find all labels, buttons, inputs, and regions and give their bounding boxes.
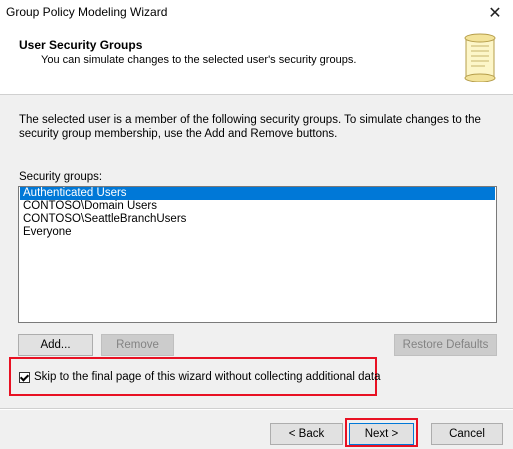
- intro-text: The selected user is a member of the fol…: [19, 114, 481, 140]
- list-item[interactable]: CONTOSO\SeattleBranchUsers: [20, 213, 495, 226]
- skip-checkbox-label: Skip to the final page of this wizard wi…: [34, 371, 381, 383]
- back-button[interactable]: < Back: [270, 423, 343, 445]
- security-groups-label: Security groups:: [19, 171, 103, 183]
- list-item[interactable]: Authenticated Users: [20, 187, 495, 200]
- scroll-icon: [464, 33, 496, 82]
- footer-divider-highlight: [0, 409, 513, 410]
- page-subtitle: You can simulate changes to the selected…: [41, 54, 357, 66]
- list-item[interactable]: CONTOSO\Domain Users: [20, 200, 495, 213]
- next-button[interactable]: Next >: [349, 423, 414, 445]
- page-title: User Security Groups: [19, 38, 143, 52]
- security-groups-list[interactable]: Authenticated Users CONTOSO\Domain Users…: [18, 186, 497, 323]
- window-title: Group Policy Modeling Wizard: [6, 5, 168, 19]
- cancel-button[interactable]: Cancel: [431, 423, 503, 445]
- list-item[interactable]: Everyone: [20, 226, 495, 239]
- skip-checkbox[interactable]: [19, 371, 30, 383]
- close-icon[interactable]: ✕: [477, 0, 513, 26]
- title-bar: Group Policy Modeling Wizard ✕: [0, 0, 513, 26]
- restore-defaults-button[interactable]: Restore Defaults: [394, 334, 497, 356]
- remove-button[interactable]: Remove: [101, 334, 174, 356]
- add-button[interactable]: Add...: [18, 334, 93, 356]
- wizard-header: User Security Groups You can simulate ch…: [0, 26, 513, 95]
- skip-checkbox-row[interactable]: Skip to the final page of this wizard wi…: [19, 371, 381, 383]
